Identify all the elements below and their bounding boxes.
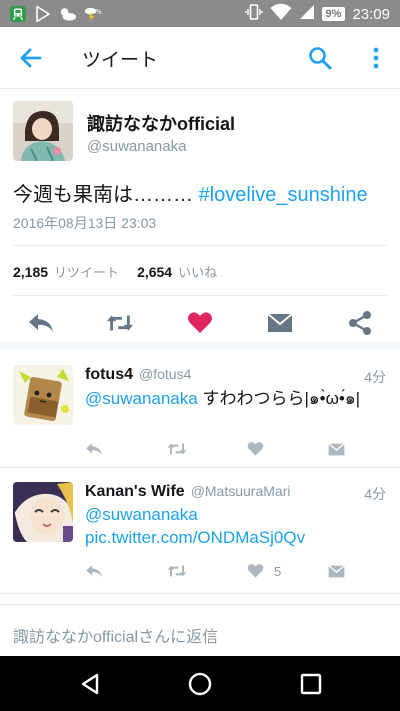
divider [13,295,387,296]
reply-time: 4分 [364,369,386,385]
message-icon[interactable] [328,439,345,459]
like-count: 5 [274,563,282,579]
reply-text: @suwananaka pic.twitter.com/ONDMaSj0Qv [85,503,340,549]
signal-icon [299,4,315,24]
wifi-icon [270,3,292,25]
back-triangle-icon[interactable] [78,672,102,696]
battery-indicator: 9% [321,7,346,21]
tweet-text-body: 今週も果南は……… [13,184,199,206]
arrow-left-icon[interactable] [18,45,44,71]
reply-icon[interactable] [85,439,103,459]
avatar[interactable] [13,482,73,542]
reply-icon[interactable] [27,309,55,337]
message-icon[interactable] [328,561,345,581]
train-icon [8,4,27,23]
tweet-stats: 2,185 リツイート 2,654 いいね [13,262,229,281]
like-label[interactable]: いいね [178,262,217,281]
tweet-action-bar [0,309,400,339]
hashtag-link[interactable]: #lovelive_sunshine [199,184,368,206]
status-left-icons: % [8,4,102,23]
home-circle-icon[interactable] [188,672,212,696]
mention-link[interactable]: @suwananaka [85,505,198,524]
media-link[interactable]: pic.twitter.com/ONDMaSj0Qv [85,528,305,547]
search-icon[interactable] [307,45,333,71]
svg-text:%: % [95,8,101,16]
retweet-icon[interactable] [166,439,188,459]
reply-header: fotus4 @fotus4 [85,366,191,384]
vibrate-icon [244,3,263,25]
play-store-icon [33,4,52,23]
reply-action-bar [0,439,400,459]
reply-tweet[interactable]: Kanan's Wife @MatsuuraMari 4分 @suwananaka… [0,468,400,594]
system-nav-bar [0,656,400,711]
like-count[interactable]: 2,654 [137,264,172,280]
reply-text: @suwananaka すわわつらら|๑•̀ω•́๑| [85,387,385,410]
tweet-text: 今週も果南は……… #lovelive_sunshine [13,178,368,207]
status-bar: % 9% 23:09 [0,0,400,27]
retweet-icon[interactable] [166,561,188,581]
clock: 23:09 [352,5,390,23]
message-icon[interactable] [266,309,294,337]
reply-header: Kanan's Wife @MatsuuraMari [85,483,290,501]
status-right-icons: 9% 23:09 [244,3,390,25]
reply-input-placeholder[interactable]: 諏訪ななかofficialさんに返信 [13,623,218,647]
weather-alert-icon: % [83,4,102,23]
avatar[interactable] [13,365,73,425]
more-vertical-icon[interactable] [364,45,388,71]
divider [13,245,387,246]
main-tweet: 諏訪ななかofficial @suwananaka 今週も果南は……… #lov… [0,89,400,350]
retweet-count[interactable]: 2,185 [13,264,48,280]
heart-icon[interactable]: 5 [247,561,281,581]
weather-icon [58,4,77,23]
recents-square-icon[interactable] [299,672,323,696]
retweet-icon[interactable] [106,309,134,337]
display-name[interactable]: fotus4 [85,366,133,383]
reply-compose-bar[interactable]: 諏訪ななかofficialさんに返信 [0,604,400,656]
heart-icon[interactable] [247,439,274,459]
user-handle[interactable]: @MatsuuraMari [191,483,291,499]
avatar[interactable] [13,101,73,161]
tweet-timestamp: 2016年08月13日 23:03 [13,215,157,231]
reply-icon[interactable] [85,561,103,581]
user-handle[interactable]: @fotus4 [139,366,191,382]
reply-text-body: すわわつらら|๑•̀ω•́๑| [197,389,361,408]
app-bar: ツイート [0,27,400,89]
user-handle[interactable]: @suwananaka [87,138,186,155]
page-title: ツイート [82,49,159,71]
share-icon[interactable] [346,309,374,337]
heart-icon[interactable] [186,309,214,337]
mention-link[interactable]: @suwananaka [85,389,198,408]
retweet-label[interactable]: リツイート [54,262,119,281]
display-name[interactable]: Kanan's Wife [85,483,185,500]
reply-time: 4分 [364,486,386,502]
reply-action-bar: 5 [0,561,400,581]
reply-tweet[interactable]: fotus4 @fotus4 4分 @suwananaka すわわつらら|๑•̀ω… [0,350,400,468]
display-name[interactable]: 諏訪ななかofficial [87,110,235,136]
